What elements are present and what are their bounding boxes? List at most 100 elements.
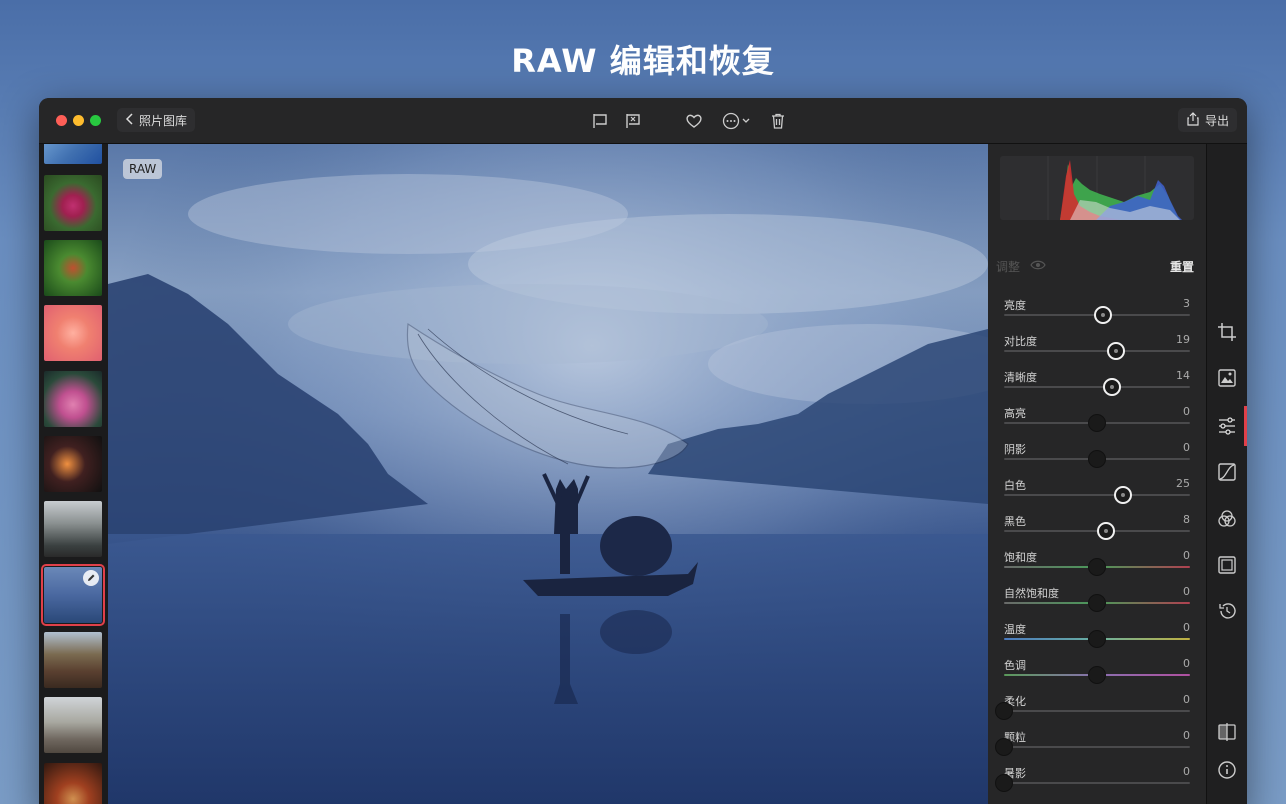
thumbnail[interactable]	[44, 144, 102, 164]
eye-icon[interactable]	[1030, 259, 1046, 274]
thumbnail[interactable]	[44, 175, 102, 231]
reset-button[interactable]: 重置	[1170, 258, 1194, 275]
crop-icon[interactable]	[1215, 320, 1239, 344]
heart-icon[interactable]	[683, 110, 705, 132]
slider-knob[interactable]	[995, 738, 1013, 756]
slider-label: 高亮	[1004, 407, 1026, 420]
slider-row: 黑色 8	[1004, 513, 1192, 549]
slider-value: 0	[1183, 729, 1190, 742]
slider-value: 0	[1183, 693, 1190, 706]
history-icon[interactable]	[1215, 599, 1239, 623]
slider-label: 白色	[1004, 479, 1026, 492]
thumbnail[interactable]	[44, 763, 102, 804]
filmstrip	[39, 144, 108, 804]
slider-knob[interactable]	[1088, 666, 1106, 684]
thumbnail[interactable]	[44, 632, 102, 688]
slider-knob[interactable]	[1114, 486, 1133, 504]
slider-label: 自然饱和度	[1004, 587, 1059, 600]
slider-row: 饱和度 0	[1004, 549, 1192, 585]
color-mixer-icon[interactable]	[1215, 507, 1239, 531]
back-to-library-button[interactable]: 照片图库	[117, 108, 196, 132]
adjust-header: 调整 重置	[996, 258, 1198, 274]
minimize-window-button[interactable]	[73, 115, 84, 126]
raw-badge: RAW	[123, 159, 163, 179]
slider-row: 清晰度 14	[1004, 369, 1192, 405]
slider-knob[interactable]	[1102, 378, 1121, 396]
slider-value: 0	[1183, 765, 1190, 778]
slider-track[interactable]	[1004, 746, 1190, 748]
slider-label: 黑色	[1004, 515, 1026, 528]
slider-knob[interactable]	[1093, 306, 1112, 324]
slider-track[interactable]	[1004, 494, 1190, 496]
trash-icon[interactable]	[767, 110, 789, 132]
thumbnail[interactable]	[44, 305, 102, 361]
photo-image	[108, 144, 988, 804]
histogram	[1000, 156, 1194, 220]
thumbnail[interactable]	[44, 371, 102, 427]
slider-value: 19	[1176, 333, 1190, 346]
active-tool-indicator	[1244, 406, 1247, 446]
thumbnail[interactable]	[44, 436, 102, 492]
slider-row: 亮度 3	[1004, 297, 1192, 333]
thumbnail[interactable]	[44, 240, 102, 296]
slider-knob[interactable]	[1106, 342, 1125, 360]
thumbnail[interactable]	[44, 697, 102, 753]
slider-label: 饱和度	[1004, 551, 1037, 564]
slider-label: 温度	[1004, 623, 1026, 636]
tool-rail	[1206, 144, 1247, 804]
titlebar: 照片图库 导出	[39, 98, 1247, 144]
slider-row: 柔化 0	[995, 693, 1192, 729]
image-icon[interactable]	[1215, 366, 1239, 390]
thumbnail[interactable]	[44, 501, 102, 557]
slider-label: 清晰度	[1004, 371, 1037, 384]
slider-value: 0	[1183, 657, 1190, 670]
adjustments-panel: 调整 重置 亮度 3 对比度 19 清晰度 14 高亮 0 阴影 0 白色 25 黑色 8 饱和度 0 自然饱和…	[988, 144, 1206, 804]
slider-knob[interactable]	[1088, 450, 1106, 468]
slider-row: 阴影 0	[1004, 441, 1192, 477]
slider-value: 0	[1183, 405, 1190, 418]
slider-row: 白色 25	[1004, 477, 1192, 513]
slider-row: 温度 0	[1004, 621, 1192, 657]
frame-icon[interactable]	[1215, 553, 1239, 577]
slider-knob[interactable]	[1088, 630, 1106, 648]
flag-icon[interactable]	[589, 110, 611, 132]
close-window-button[interactable]	[56, 115, 67, 126]
slider-row: 色调 0	[1004, 657, 1192, 693]
slider-label: 亮度	[1004, 299, 1026, 312]
export-button[interactable]: 导出	[1177, 108, 1237, 132]
more-icon[interactable]	[720, 110, 754, 132]
adjust-title: 调整	[996, 260, 1021, 274]
slider-row: 对比度 19	[1004, 333, 1192, 369]
curves-icon[interactable]	[1215, 460, 1239, 484]
info-icon[interactable]	[1215, 758, 1239, 782]
slider-track[interactable]	[1004, 386, 1190, 388]
thumbnail-selected[interactable]	[41, 564, 105, 626]
slider-track[interactable]	[1004, 782, 1190, 784]
slider-row: 自然饱和度 0	[1004, 585, 1192, 621]
slider-track[interactable]	[1004, 350, 1190, 352]
slider-track[interactable]	[1004, 710, 1190, 712]
slider-value: 25	[1176, 477, 1190, 490]
slider-value: 0	[1183, 441, 1190, 454]
slider-label: 阴影	[1004, 443, 1026, 456]
slider-knob[interactable]	[1088, 414, 1106, 432]
slider-value: 14	[1176, 369, 1190, 382]
share-icon	[1186, 111, 1200, 129]
reject-flag-icon[interactable]	[622, 110, 644, 132]
export-label: 导出	[1204, 113, 1229, 128]
slider-value: 0	[1183, 621, 1190, 634]
compare-icon[interactable]	[1215, 720, 1239, 744]
slider-row: 颗粒 0	[995, 729, 1192, 765]
slider-knob[interactable]	[1097, 522, 1116, 540]
chevron-left-icon	[125, 112, 135, 128]
edited-pencil-icon	[83, 570, 99, 586]
slider-knob[interactable]	[995, 774, 1013, 792]
photo-canvas[interactable]: RAW	[108, 144, 988, 804]
slider-knob[interactable]	[1088, 558, 1106, 576]
slider-knob[interactable]	[1088, 594, 1106, 612]
slider-knob[interactable]	[995, 702, 1013, 720]
slider-value: 0	[1183, 549, 1190, 562]
adjust-sliders-icon[interactable]	[1215, 414, 1239, 438]
slider-value: 0	[1183, 585, 1190, 598]
zoom-window-button[interactable]	[90, 115, 101, 126]
